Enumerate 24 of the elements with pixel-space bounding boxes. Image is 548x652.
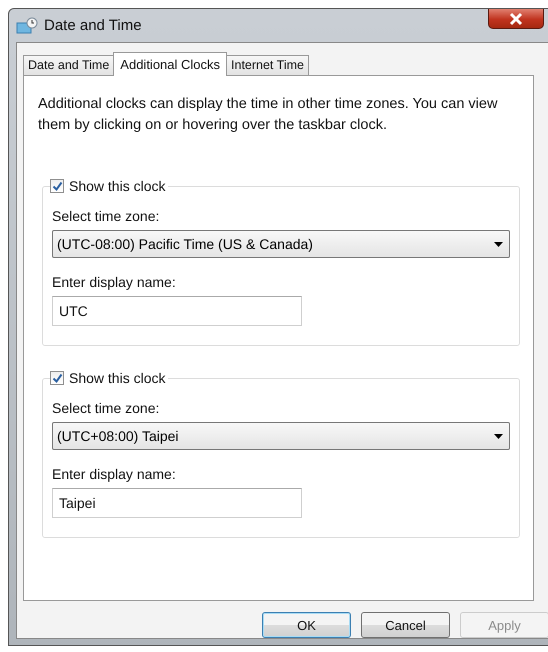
- window-title: Date and Time: [44, 17, 142, 34]
- dialog-button[interactable]: Cancel: [361, 612, 450, 638]
- checkbox-label: Show this clock: [69, 369, 166, 388]
- description-text: Additional clocks can display the time in other time zones. You can view them by clicking on or hovering over the taskbar clock.: [38, 95, 498, 135]
- checkbox-label: Show this clock: [69, 177, 166, 196]
- time-zone-dropdown[interactable]: (UTC-08:00) Pacific Time (US & Canada): [52, 230, 510, 258]
- field-label: Enter display name:: [52, 274, 177, 290]
- tab[interactable]: Additional Clocks: [113, 52, 228, 76]
- tab[interactable]: Internet Time: [226, 55, 309, 75]
- display-name-field[interactable]: Taipei: [52, 488, 302, 518]
- field-label: Enter display name:: [52, 466, 177, 482]
- checkbox[interactable]: [50, 371, 64, 385]
- close-button[interactable]: [488, 9, 544, 29]
- dialog-button[interactable]: OK: [262, 612, 351, 638]
- tab[interactable]: Date and Time: [23, 55, 114, 75]
- dropdown-arrow-icon: [494, 242, 503, 246]
- clock-monitor-icon: [16, 16, 38, 34]
- checkbox[interactable]: [50, 179, 64, 193]
- dropdown-arrow-icon: [494, 434, 503, 438]
- display-name-field[interactable]: UTC: [52, 296, 302, 326]
- close-icon: [508, 12, 524, 26]
- field-label: Select time zone:: [52, 208, 160, 224]
- field-label: Select time zone:: [52, 400, 160, 416]
- time-zone-dropdown[interactable]: (UTC+08:00) Taipei: [52, 422, 510, 450]
